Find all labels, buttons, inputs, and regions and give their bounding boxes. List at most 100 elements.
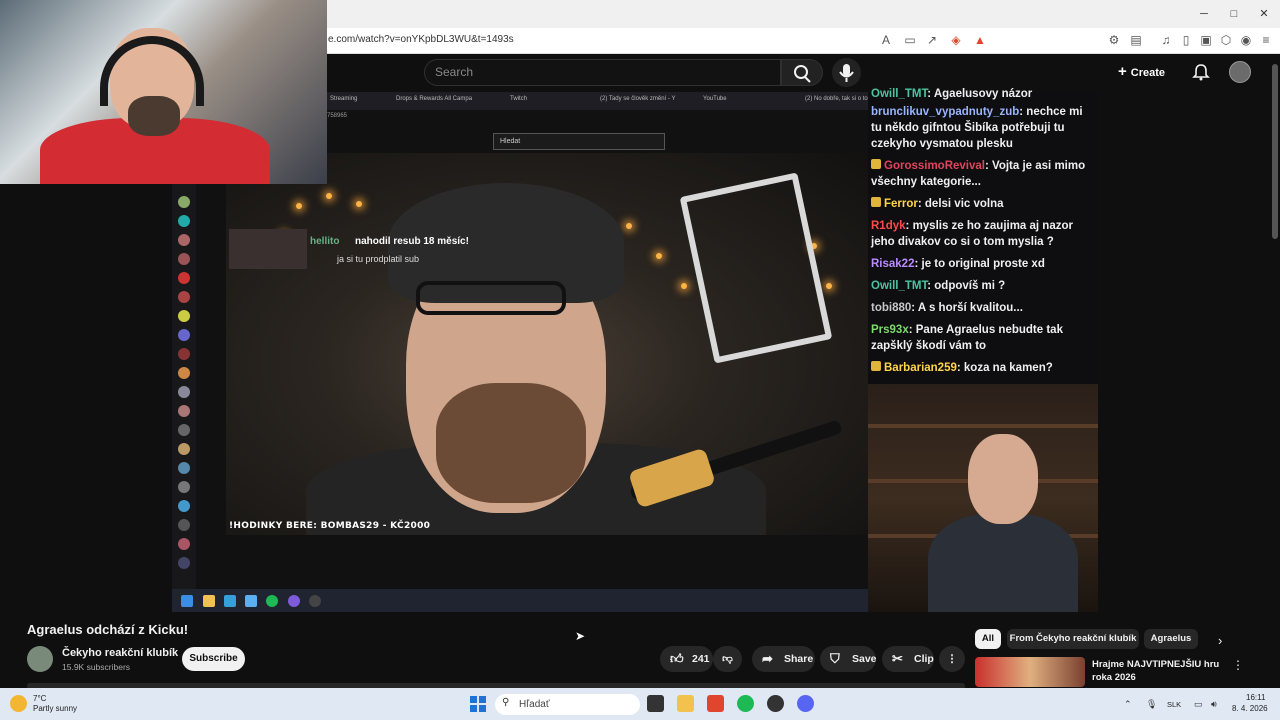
more-actions-button[interactable]: ⋮ — [939, 646, 965, 672]
network-icon[interactable]: ▭ — [1194, 699, 1203, 710]
thumbs-down-icon: 👎︎ — [722, 653, 733, 665]
chat-message: Risak22: je to original proste xd — [871, 256, 1093, 272]
menu-icon[interactable]: ≡ — [1258, 32, 1274, 48]
spotify-icon[interactable] — [737, 695, 754, 712]
cast-icon[interactable]: ▭ — [902, 32, 918, 48]
chat-message: Prs93x: Pane Agraelus nebudte tak zapškl… — [871, 322, 1093, 354]
chat-username[interactable]: Prs93x — [871, 324, 909, 336]
chevron-right-icon[interactable]: › — [1218, 633, 1222, 648]
weather-description[interactable]: Partly sunny — [33, 704, 77, 713]
create-button[interactable]: + Create — [1118, 61, 1180, 83]
stream-tab: YouTube — [703, 96, 727, 102]
sub-alert-submessage: ja si tu prodplatil sub — [337, 254, 420, 264]
recommendation-thumbnail[interactable] — [975, 657, 1085, 687]
brave-rewards-icon[interactable]: ▲ — [972, 32, 988, 48]
brave-browser-icon[interactable] — [707, 695, 724, 712]
chat-username[interactable]: Risak22 — [871, 258, 914, 270]
volume-icon[interactable]: 🔊︎ — [1211, 699, 1217, 710]
chat-username[interactable]: GorossimoRevival — [884, 160, 985, 172]
music-icon[interactable]: ♫ — [1158, 32, 1174, 48]
clip-button[interactable]: ✂ Clip — [882, 646, 934, 672]
language-indicator[interactable]: SLK — [1167, 700, 1181, 709]
subscribe-button[interactable]: Subscribe — [182, 647, 245, 671]
subscriber-count: 15.9K subscribers — [62, 662, 131, 672]
kebab-menu-icon[interactable]: ⋮ — [1232, 658, 1244, 672]
search-icon: ⚲ — [502, 697, 510, 708]
channel-avatar-icon — [178, 443, 190, 455]
clock-date[interactable]: 8. 4. 2026 — [1232, 704, 1268, 713]
vpn-icon[interactable]: ◉ — [1238, 32, 1254, 48]
video-letterbox — [1098, 92, 1280, 612]
channel-avatar[interactable] — [27, 646, 53, 672]
chat-message: Owill_TMT: Agaelusovy názor — [871, 86, 1093, 102]
spotify-icon — [266, 595, 278, 607]
chat-separator: : — [911, 302, 918, 314]
streamer-glasses — [416, 281, 566, 315]
share-label: Share — [784, 653, 814, 665]
scrollbar-thumb[interactable] — [1272, 64, 1278, 239]
stream-tab: Streaming — [330, 96, 358, 102]
weather-sun-icon[interactable] — [10, 695, 27, 712]
minimize-icon[interactable]: ─ — [1196, 6, 1212, 22]
url-text[interactable]: e.com/watch?v=onYKpbDL3WU&t=1493s — [328, 34, 514, 45]
chat-username[interactable]: Ferror — [884, 198, 918, 210]
second-webcam — [868, 384, 1098, 612]
microphone-icon[interactable]: 🎙︎ — [1146, 699, 1157, 710]
channel-avatar-icon — [178, 234, 190, 246]
reading-list-icon[interactable]: ▤ — [1128, 32, 1144, 48]
taskbar-search-input[interactable]: Hľadať — [495, 694, 640, 715]
chat-username[interactable]: Owill_TMT — [871, 88, 927, 100]
weather-temperature[interactable]: 7°C — [33, 694, 46, 703]
chat-username[interactable]: tobi880 — [871, 302, 911, 314]
windows-start-icon[interactable] — [470, 696, 486, 712]
channel-avatar-icon — [178, 424, 190, 436]
search-button[interactable] — [781, 59, 823, 86]
guest-face — [968, 434, 1038, 524]
chip-agraelus[interactable]: Agraelus — [1144, 629, 1198, 649]
chat-username[interactable]: brunclikuv_vypadnuty_zub — [871, 106, 1019, 118]
channel-avatar-icon — [178, 367, 190, 379]
obs-icon — [309, 595, 321, 607]
chat-username[interactable]: R1dyk — [871, 220, 906, 232]
badge-icon — [871, 159, 881, 169]
file-explorer-icon[interactable] — [677, 695, 694, 712]
obs-icon[interactable] — [767, 695, 784, 712]
like-button[interactable]: 👍︎ 241 — [660, 646, 713, 672]
chip-from-channel[interactable]: From Čekyho reakční klubík — [1007, 629, 1139, 649]
close-icon[interactable]: ✕ — [1256, 6, 1272, 22]
chat-separator: : — [914, 258, 922, 270]
steam-icon — [245, 595, 257, 607]
string-light — [681, 283, 687, 289]
plus-icon: + — [1118, 63, 1127, 80]
chat-text: A s horší kvalitou... — [917, 302, 1023, 314]
maximize-icon[interactable]: □ — [1226, 6, 1242, 22]
video-title: Agraelus odchází z Kicku! — [27, 622, 189, 637]
chevron-up-icon[interactable]: ⌃ — [1124, 699, 1132, 710]
share-page-icon[interactable]: ↗ — [924, 32, 940, 48]
discord-icon[interactable] — [797, 695, 814, 712]
clip-label: Clip — [914, 653, 934, 665]
chat-username[interactable]: Owill_TMT — [871, 280, 927, 292]
brave-shield-icon[interactable]: ◈ — [948, 32, 964, 48]
chat-username[interactable]: Barbarian259 — [884, 362, 957, 374]
mouse-cursor-icon: ➤ — [575, 629, 586, 643]
translate-icon[interactable]: A — [878, 32, 894, 48]
sub-alert-message: nahodil resub 18 měsíc! — [355, 236, 469, 247]
sidebar-icon[interactable]: ▯ — [1178, 32, 1194, 48]
recommendation-title[interactable]: Hrajme NAJVTIPNEJŠIU hru roka 2026 — [1092, 658, 1222, 684]
clock-time[interactable]: 16:11 — [1246, 693, 1265, 702]
save-button[interactable]: ⛉ Save — [820, 646, 877, 672]
share-button[interactable]: ➦ Share — [752, 646, 815, 672]
shield-icon[interactable]: ⬡ — [1218, 32, 1234, 48]
voice-search-button[interactable] — [832, 58, 861, 87]
chat-text: koza na kamen? — [963, 362, 1053, 374]
wallet-icon[interactable]: ▣ — [1198, 32, 1214, 48]
channel-name[interactable]: Čekyho reakční klubík — [62, 647, 178, 659]
dislike-button[interactable]: 👎︎ — [713, 646, 742, 672]
extensions-icon[interactable]: ⚙ — [1106, 32, 1122, 48]
notifications-bell-icon[interactable] — [1192, 63, 1210, 81]
task-view-icon[interactable] — [647, 695, 664, 712]
search-input[interactable]: Search — [424, 59, 781, 86]
account-avatar[interactable] — [1229, 61, 1251, 83]
chip-all[interactable]: All — [975, 629, 1001, 649]
